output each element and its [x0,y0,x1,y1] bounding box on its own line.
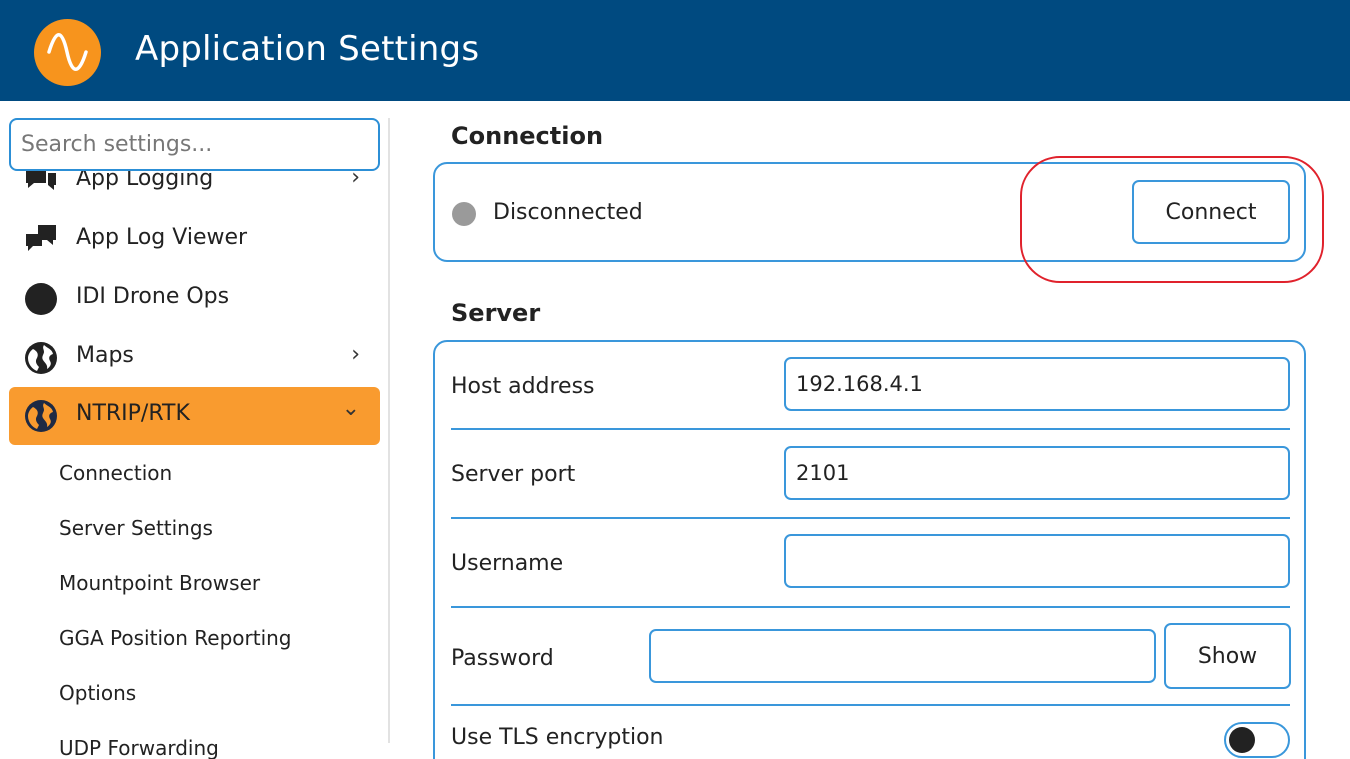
username-input[interactable] [784,534,1290,588]
password-input[interactable] [649,629,1156,683]
subnav-item-server-settings[interactable]: Server Settings [59,516,213,540]
show-password-button[interactable]: Show [1164,623,1291,689]
server-card: Host address Server port Username Passwo… [433,340,1306,759]
subnav-item-options[interactable]: Options [59,681,136,705]
status-indicator-icon [452,202,476,226]
sidebar-item-label: IDI Drone Ops [76,284,230,309]
sidebar-item-ntrip-rtk[interactable]: NTRIP/RTK ⌄ [9,387,380,445]
row-divider [451,517,1290,519]
row-divider [451,704,1290,706]
sidebar-item-label: App Log Viewer [76,225,248,250]
page-title: Application Settings [135,29,480,69]
sidebar-item-maps[interactable]: Maps › [9,329,380,387]
host-address-label: Host address [451,374,595,399]
app-header: Application Settings [0,0,1350,101]
host-address-input[interactable] [784,357,1290,411]
sidebar-item-label: NTRIP/RTK [76,401,190,426]
subnav-item-connection[interactable]: Connection [59,461,172,485]
sine-wave-icon [34,19,101,86]
password-label: Password [451,646,554,671]
subnav-item-gga-position-reporting[interactable]: GGA Position Reporting [59,626,292,650]
connection-card: Disconnected Connect [433,162,1306,262]
chat-bubbles-icon [24,223,58,257]
sidebar-item-app-log-viewer[interactable]: App Log Viewer [9,211,380,269]
server-port-input[interactable] [784,446,1290,500]
circle-icon [24,282,58,316]
section-title-connection: Connection [451,122,604,150]
subnav-item-mountpoint-browser[interactable]: Mountpoint Browser [59,571,260,595]
username-label: Username [451,551,564,576]
subnav-item-udp-forwarding[interactable]: UDP Forwarding [59,736,219,759]
tls-label: Use TLS encryption [451,725,664,750]
sidebar-item-label: Maps [76,343,134,368]
toggle-knob [1229,727,1255,753]
tls-toggle[interactable] [1224,722,1290,758]
server-port-label: Server port [451,462,576,487]
search-input[interactable] [9,118,380,171]
chevron-right-icon: › [351,342,360,367]
connection-status: Disconnected [493,200,643,225]
chevron-down-icon: ⌄ [341,396,360,421]
globe-icon [24,399,58,433]
section-title-server: Server [451,299,541,327]
sidebar-divider [388,118,390,743]
row-divider [451,428,1290,430]
row-divider [451,606,1290,608]
sidebar-item-idi-drone-ops[interactable]: IDI Drone Ops [9,270,380,328]
globe-icon [24,341,58,375]
connect-button[interactable]: Connect [1132,180,1290,244]
